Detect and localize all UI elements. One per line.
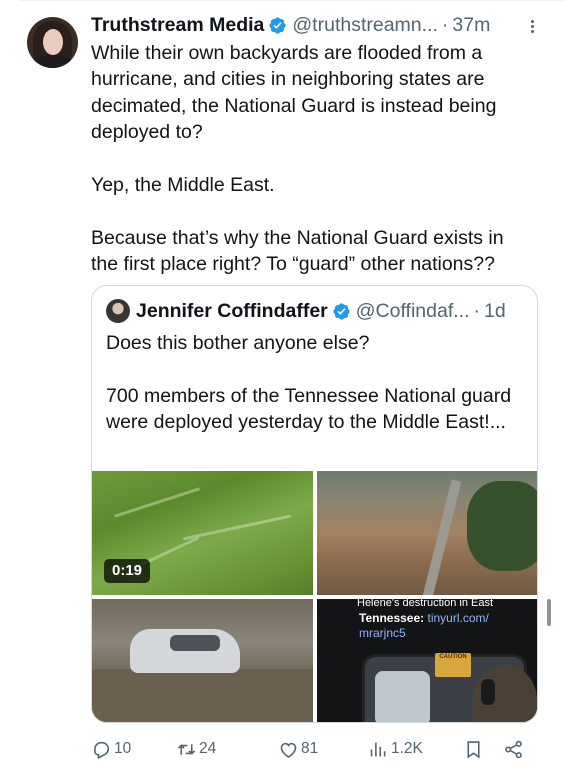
quoted-paragraph: Does this bother anyone else? — [106, 332, 370, 354]
bookmark-button[interactable] — [463, 734, 486, 764]
verified-badge-icon — [269, 16, 287, 34]
repost-count: 24 — [199, 740, 217, 757]
image-detail — [481, 679, 495, 705]
tweet-paragraph: Yep, the Middle East. — [91, 174, 275, 197]
media-video-grass[interactable]: 0:19 — [92, 471, 313, 595]
author-display-name[interactable]: Truthstream Media — [91, 14, 264, 37]
image-detail: CAUTION — [362, 653, 537, 722]
quoted-tweet-header: Jennifer Coffindaffer @Coffindaf... · 1d — [106, 298, 506, 324]
media-grid: 0:19 Helene's destruction in East Tennes… — [92, 471, 537, 722]
image-caption: Helene's destruction in East — [357, 599, 494, 609]
reply-button[interactable]: 10 — [91, 734, 131, 764]
image-detail — [113, 487, 201, 518]
more-options-icon[interactable] — [522, 16, 542, 36]
image-detail — [130, 629, 240, 673]
image-detail — [375, 671, 430, 722]
quoted-author-handle: @Coffindaf... — [355, 299, 470, 322]
media-image-helicopter[interactable]: Helene's destruction in East Tennessee: … — [317, 599, 537, 722]
scrollbar-thumb[interactable] — [547, 599, 551, 626]
caption-bold: Tennessee: — [359, 611, 425, 625]
quoted-tweet-timestamp: 1d — [484, 299, 506, 322]
image-detail — [92, 669, 313, 722]
like-icon — [280, 742, 297, 758]
share-button[interactable] — [503, 734, 526, 764]
image-detail — [182, 514, 292, 541]
tweet-paragraph: While their own backyards are flooded fr… — [91, 42, 497, 144]
separator-dot: · — [441, 13, 449, 36]
caution-sign: CAUTION — [435, 653, 471, 677]
tweet-paragraph: Because that’s why the National Guard ex… — [91, 226, 504, 276]
views-icon — [370, 742, 386, 756]
avatar-shirt — [31, 55, 74, 68]
media-image-flood-aerial[interactable] — [317, 471, 537, 595]
tweet-header: Truthstream Media @truthstreamn... · 37m — [91, 12, 551, 38]
like-count: 81 — [301, 740, 319, 757]
bookmark-icon — [467, 740, 480, 758]
reply-count: 10 — [114, 740, 132, 757]
quoted-tweet[interactable]: Jennifer Coffindaffer @Coffindaf... · 1d… — [91, 285, 538, 723]
views-count: 1.2K — [391, 740, 423, 757]
media-image-flooded-car[interactable] — [92, 599, 313, 722]
image-caption: mrarjnc5 — [359, 626, 406, 640]
share-icon — [505, 740, 522, 758]
image-caption: Tennessee: tinyurl.com/ — [359, 611, 489, 625]
tweet-timestamp[interactable]: 37m — [452, 14, 490, 37]
caption-url: tinyurl.com/ — [427, 611, 489, 625]
author-avatar[interactable] — [27, 17, 78, 68]
reply-icon — [94, 741, 110, 759]
tweet-body: While their own backyards are flooded fr… — [91, 40, 536, 278]
quoted-paragraph: 700 members of the Tennessee National gu… — [106, 384, 512, 434]
separator-dot: · — [473, 299, 481, 322]
like-button[interactable]: 81 — [278, 734, 318, 764]
video-duration-badge: 0:19 — [104, 559, 151, 583]
views-button[interactable]: 1.2K — [368, 734, 423, 764]
quoted-tweet-body: Does this bother anyone else? 700 member… — [106, 330, 526, 436]
quoted-author-avatar — [106, 299, 130, 323]
image-detail — [467, 481, 537, 571]
repost-icon — [177, 743, 196, 755]
repost-button[interactable]: 24 — [176, 734, 216, 764]
action-bar: 10 24 81 1.2K — [91, 734, 531, 764]
image-detail — [422, 479, 462, 595]
avatar-face — [43, 29, 63, 55]
quoted-author-name: Jennifer Coffindaffer — [136, 299, 328, 322]
top-divider — [20, 0, 566, 1]
author-handle[interactable]: @truthstreamn... — [292, 14, 438, 37]
verified-badge-icon — [333, 302, 350, 320]
